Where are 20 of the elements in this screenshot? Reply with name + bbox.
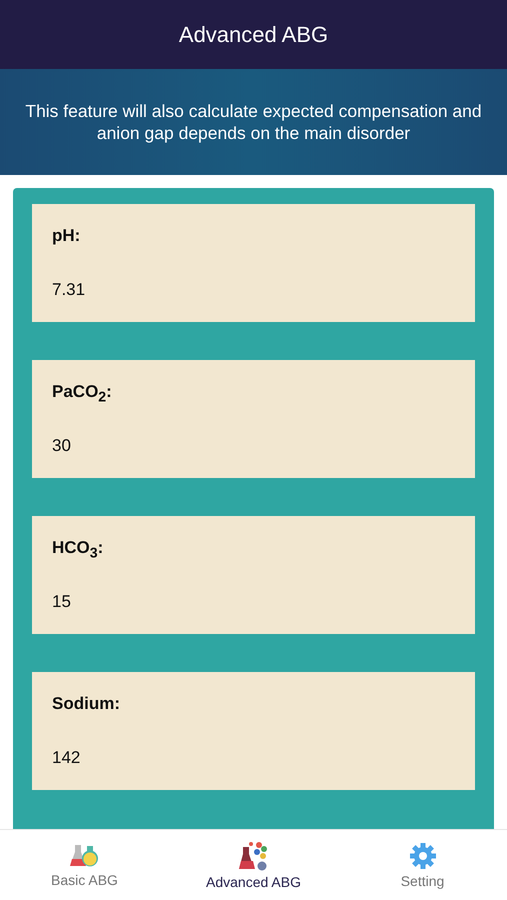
banner-text: This feature will also calculate expected compensation and anion gap depends on the main disorder bbox=[24, 100, 483, 144]
flasks-icon bbox=[70, 842, 100, 868]
field-label: Sodium: bbox=[52, 694, 121, 714]
input-field[interactable]: HCO$_{3}$: 15 bbox=[32, 516, 475, 634]
field-label: HCO$_{3}$: bbox=[52, 538, 104, 562]
screen-title: Advanced ABG bbox=[178, 22, 328, 48]
input-field[interactable]: PaCO$_{2}$: 30 bbox=[32, 360, 475, 478]
field-value: 142 bbox=[52, 748, 82, 768]
input-field[interactable]: pH: 7.31 bbox=[32, 204, 475, 322]
tab[interactable]: Advanced ABG bbox=[169, 830, 338, 900]
field-label: pH: bbox=[52, 226, 82, 246]
tab[interactable]: Setting bbox=[338, 830, 507, 900]
field-value: 15 bbox=[52, 592, 72, 612]
molecule-icon bbox=[238, 840, 268, 870]
field-label: PaCO$_{2}$: bbox=[52, 382, 113, 406]
field-value: 7.31 bbox=[52, 280, 86, 300]
tab[interactable]: Basic ABG bbox=[0, 830, 169, 900]
field-value: 30 bbox=[52, 436, 72, 456]
input-field[interactable]: Sodium: 142 bbox=[32, 672, 475, 790]
gear-icon bbox=[408, 842, 436, 870]
